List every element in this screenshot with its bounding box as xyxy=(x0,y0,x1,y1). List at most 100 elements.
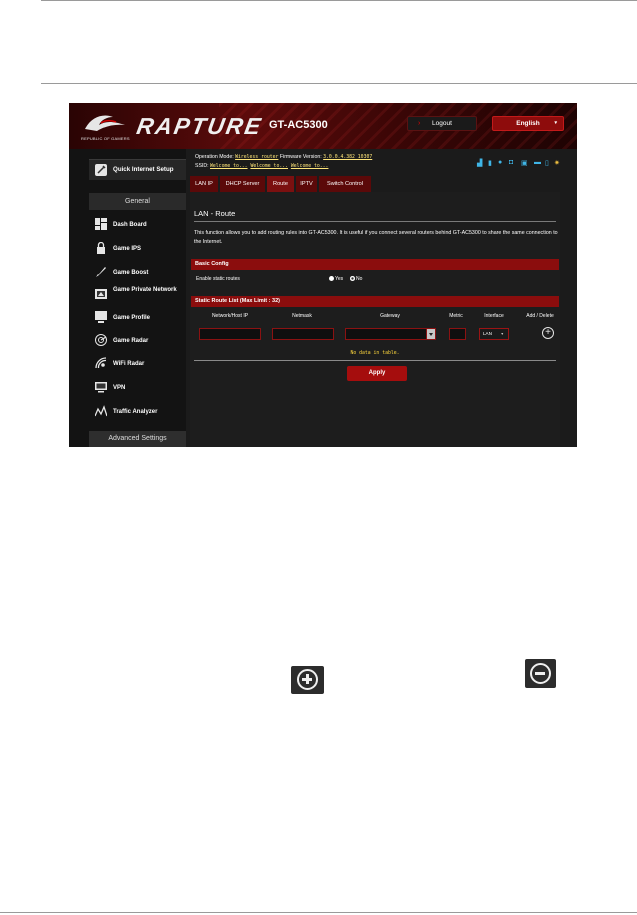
radar-icon xyxy=(95,334,107,346)
tab-lan-ip[interactable]: LAN IP xyxy=(190,176,219,192)
basic-config-header: Basic Config xyxy=(191,259,559,270)
radio-no-label: No xyxy=(356,276,363,282)
sidebar-item-label: Game Profile xyxy=(113,315,151,321)
chevron-down-icon: ▼ xyxy=(500,332,504,336)
page-title: LAN - Route xyxy=(194,209,236,218)
operation-mode-label: Operation Mode: xyxy=(195,154,234,160)
language-label: English xyxy=(516,120,540,127)
column-header: Metric xyxy=(449,313,463,319)
gateway-dropdown-button[interactable] xyxy=(426,328,436,340)
tab-dhcp-server[interactable]: DHCP Server xyxy=(220,176,266,192)
interface-select[interactable]: LAN ▼ xyxy=(479,328,509,340)
enable-static-routes-label: Enable static routes xyxy=(196,276,240,282)
analyzer-icon xyxy=(95,405,107,417)
sidebar-item-game-profile[interactable]: Game Profile xyxy=(89,307,186,329)
empty-table-message: No data in table. xyxy=(350,351,400,356)
apply-button[interactable]: Apply xyxy=(347,366,407,381)
quick-internet-setup-button[interactable]: Quick Internet Setup xyxy=(89,159,186,180)
sidebar-item-label: Dash Board xyxy=(113,222,147,228)
static-route-list-header: Static Route List (Max Limit : 32) xyxy=(191,296,559,307)
add-route-button[interactable]: + xyxy=(542,327,554,339)
sidebar-item-traffic-analyzer[interactable]: Traffic Analyzer xyxy=(89,401,186,423)
interface-value: LAN xyxy=(483,331,492,336)
gateway-input[interactable] xyxy=(345,328,427,340)
sidebar-item-game-radar[interactable]: Game Radar xyxy=(89,330,186,352)
lock-status-icon[interactable]: ▮ xyxy=(488,159,492,167)
tab-iptv[interactable]: IPTV xyxy=(296,176,318,192)
globe-status-icon[interactable]: ● xyxy=(498,159,502,166)
app-status-icon[interactable]: ◘ xyxy=(509,159,513,166)
rog-logo-icon xyxy=(85,115,125,131)
profile-icon xyxy=(95,311,107,323)
router-gui-screenshot: REPUBLIC OF GAMERS RAPTURE GT-AC5300 › L… xyxy=(69,103,577,447)
device-status-icon[interactable]: ▬ xyxy=(534,159,541,166)
quick-setup-label: Quick Internet Setup xyxy=(113,166,174,173)
ssid-label: SSID: xyxy=(195,163,209,169)
sidebar-item-label: Game IPS xyxy=(113,246,142,252)
top-rule xyxy=(41,0,637,1)
language-select[interactable]: English ▾ xyxy=(492,116,564,131)
sidebar-item-label: Game Boost xyxy=(113,270,149,276)
title-divider xyxy=(194,221,556,222)
rog-text: REPUBLIC OF GAMERS xyxy=(81,136,130,141)
radio-yes[interactable]: Yes xyxy=(329,276,343,282)
header-rule xyxy=(41,83,637,84)
sidebar-item-label: Game Private Network xyxy=(113,287,177,293)
operation-mode-link[interactable]: Wireless router xyxy=(235,155,278,160)
tab-route[interactable]: Route xyxy=(267,176,295,192)
radio-yes-label: Yes xyxy=(335,276,344,282)
netmask-input[interactable] xyxy=(272,328,334,340)
add-plus-icon xyxy=(291,666,324,694)
column-header: Network/Host IP xyxy=(211,313,249,319)
content-panel: LAN - Route This function allows you to … xyxy=(190,192,560,447)
general-section-header: General xyxy=(89,193,186,210)
tab-switch-control[interactable]: Switch Control xyxy=(319,176,372,192)
advanced-settings-header: Advanced Settings xyxy=(89,431,186,447)
ssid-link[interactable]: Welcome to... xyxy=(210,164,248,169)
sidebar-item-label: Traffic Analyzer xyxy=(113,409,158,415)
sidebar-item-game-boost[interactable]: Game Boost xyxy=(89,262,186,284)
radio-button[interactable] xyxy=(329,276,334,281)
sidebar-item-vpn[interactable]: VPN xyxy=(89,377,186,399)
column-header: Add / Delete xyxy=(526,313,554,319)
sidebar-item-wifi-radar[interactable]: WiFi Radar xyxy=(89,353,186,375)
dashboard-icon xyxy=(95,218,107,230)
radio-button-selected[interactable] xyxy=(350,276,355,281)
sidebar-item-dashboard[interactable]: Dash Board xyxy=(89,214,186,236)
top-banner: REPUBLIC OF GAMERS RAPTURE GT-AC5300 › L… xyxy=(69,103,577,149)
column-header: Netmask xyxy=(292,313,312,319)
plus-circle-icon xyxy=(297,669,318,690)
radio-no[interactable]: No xyxy=(350,276,362,282)
logout-button[interactable]: › Logout xyxy=(407,116,477,131)
mobile-status-icon[interactable]: ▯ xyxy=(545,159,549,167)
arrow-right-icon: › xyxy=(418,120,421,127)
wifi-radar-icon xyxy=(95,357,107,369)
column-header: Interface xyxy=(484,313,504,319)
minus-circle-icon xyxy=(530,663,551,684)
ssid-link[interactable]: Welcome to... xyxy=(291,164,329,169)
network-status-icon[interactable]: ▟ xyxy=(477,159,482,167)
table-divider xyxy=(194,360,556,361)
page-description: This function allows you to add routing … xyxy=(194,230,558,245)
footer-rule xyxy=(0,912,637,913)
wand-icon xyxy=(95,164,107,176)
sidebar-item-label: WiFi Radar xyxy=(113,361,145,367)
sidebar-item-label: Game Radar xyxy=(113,338,149,344)
rocket-icon xyxy=(96,267,106,277)
usb-status-icon[interactable]: ▣ xyxy=(521,159,528,167)
network-host-ip-input[interactable] xyxy=(199,328,261,340)
sidebar-item-game-ips[interactable]: Game IPS xyxy=(89,238,186,260)
metric-input[interactable] xyxy=(449,328,466,340)
status-info: Operation Mode: Wireless router Firmware… xyxy=(195,153,372,171)
logout-label: Logout xyxy=(432,120,452,127)
sidebar: Quick Internet Setup General Dash Board … xyxy=(69,149,186,447)
brand-title: RAPTURE xyxy=(134,113,265,139)
network-icon xyxy=(95,289,107,299)
sidebar-item-game-private-network[interactable]: Game Private Network xyxy=(89,284,186,306)
ssid-link[interactable]: Welcome to... xyxy=(250,164,288,169)
firmware-link[interactable]: 3.0.0.4.382_10307 xyxy=(323,155,372,160)
delete-minus-icon xyxy=(525,659,556,688)
model-name: GT-AC5300 xyxy=(269,119,328,131)
lock-icon xyxy=(97,242,105,254)
gear-icon[interactable]: ✷ xyxy=(554,159,560,167)
